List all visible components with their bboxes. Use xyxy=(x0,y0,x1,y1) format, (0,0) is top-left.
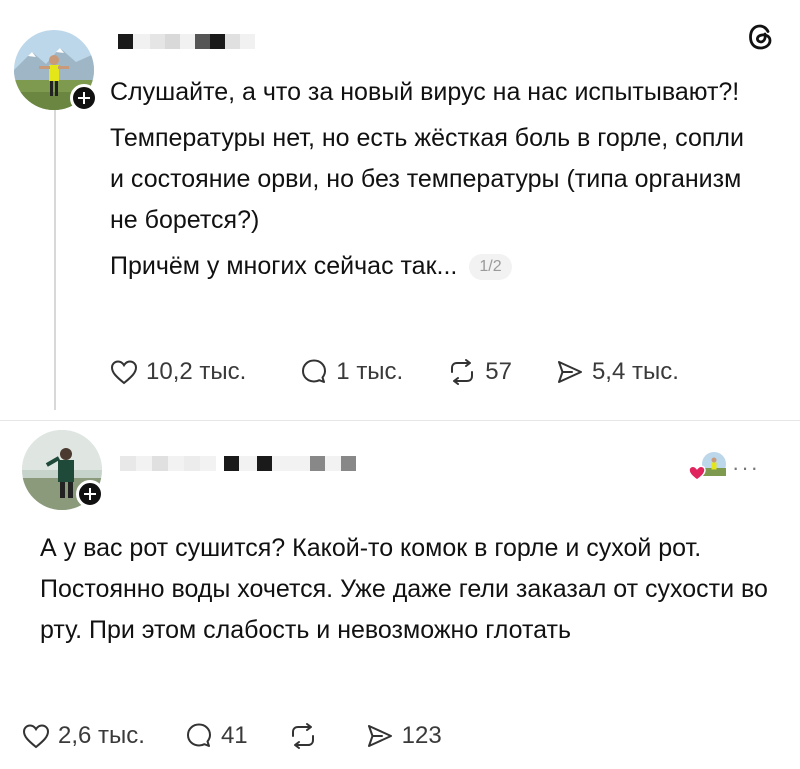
comment-icon xyxy=(186,723,211,747)
repost-icon xyxy=(291,723,314,749)
author-liked-indicator xyxy=(688,450,728,484)
send-icon xyxy=(557,361,582,383)
more-options-button[interactable]: ··· xyxy=(732,455,760,481)
redacted-username xyxy=(118,34,255,49)
comment-count: 1 тыс. xyxy=(336,358,404,385)
share-button[interactable]: 5,4 тыс. xyxy=(556,358,679,386)
page-counter[interactable]: 1/2 xyxy=(469,254,512,280)
share-count: 5,4 тыс. xyxy=(591,358,679,385)
reply-body: А у вас рот сушится? Какой-то комок в го… xyxy=(40,534,768,644)
threads-logo-icon[interactable] xyxy=(746,22,776,52)
repost-count: 57 xyxy=(485,358,512,385)
reply-repost-button[interactable] xyxy=(288,722,326,750)
comment-icon xyxy=(302,359,327,383)
threads-feed: Слушайте, а что за новый вирус на нас ис… xyxy=(0,0,800,769)
reply-like-count: 2,6 тыс. xyxy=(58,722,145,749)
redacted-reply-username xyxy=(120,456,356,471)
reply-actions: 2,6 тыс. 41 123 xyxy=(22,722,486,750)
heart-icon xyxy=(688,465,706,481)
heart-icon xyxy=(110,360,138,385)
thread-connector-line xyxy=(54,110,56,410)
reply-comment-count: 41 xyxy=(220,722,248,749)
reply-share-count: 123 xyxy=(401,722,442,749)
follow-plus-icon[interactable] xyxy=(70,84,98,112)
comment-button[interactable]: 1 тыс. xyxy=(300,358,403,386)
reply-follow-plus-icon[interactable] xyxy=(76,480,104,508)
reply-comment-button[interactable]: 41 xyxy=(185,722,248,750)
post-actions: 10,2 тыс. 1 тыс. 57 5,4 тыс. xyxy=(110,358,723,386)
post-paragraph: Слушайте, а что за новый вирус на нас ис… xyxy=(110,78,740,106)
post-paragraph-text: Причём у многих сейчас так... xyxy=(110,252,458,280)
post-paragraph: Причём у многих сейчас так... 1/2 xyxy=(110,246,750,287)
reply-share-button[interactable]: 123 xyxy=(366,722,442,750)
post-body: Слушайте, а что за новый вирус на нас ис… xyxy=(110,72,750,292)
like-count: 10,2 тыс. xyxy=(146,358,247,385)
post-divider xyxy=(0,420,800,421)
like-button[interactable]: 10,2 тыс. xyxy=(110,358,246,386)
send-icon xyxy=(367,725,392,747)
post-paragraph: Температуры нет, но есть жёсткая боль в … xyxy=(110,124,744,234)
reply-like-button[interactable]: 2,6 тыс. xyxy=(22,722,145,750)
repost-icon xyxy=(451,359,474,385)
heart-icon xyxy=(22,724,50,749)
repost-button[interactable]: 57 xyxy=(447,358,512,386)
